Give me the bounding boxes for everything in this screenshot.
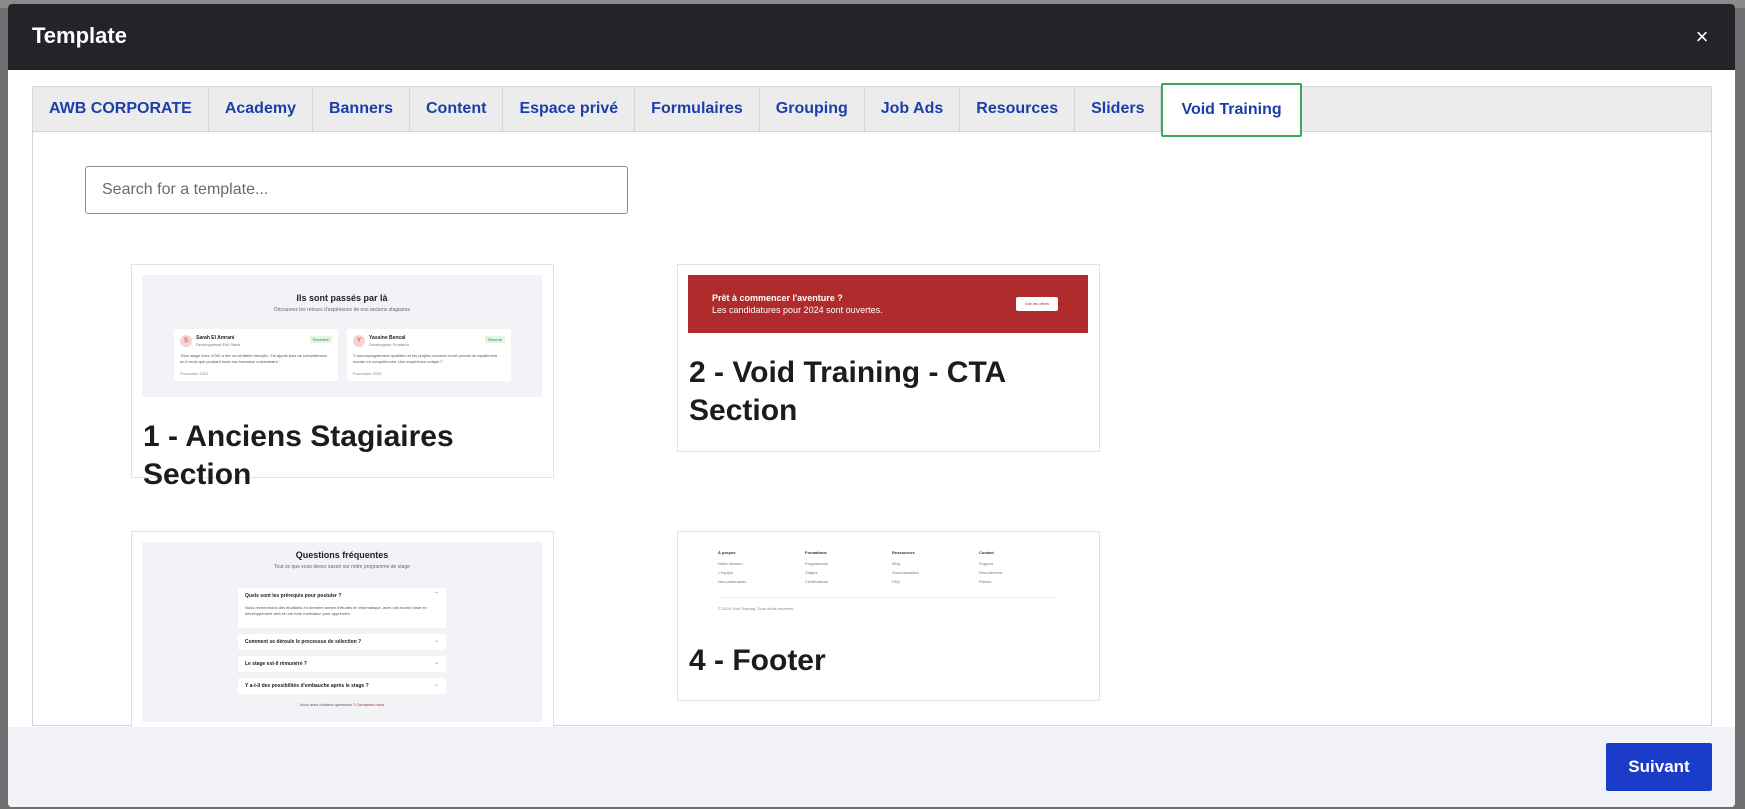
footer-column-heading: Contact: [979, 550, 994, 555]
testimonial-promo: Promotion 2023: [180, 371, 209, 376]
close-icon[interactable]: ×: [1689, 24, 1715, 50]
testimonial-name: Yassine Bencal: [369, 335, 406, 341]
template-card-cta-section[interactable]: Prêt à commencer l'aventure ? Les candid…: [677, 264, 1100, 452]
chevron-down-icon: ⌄: [433, 682, 439, 688]
preview-heading: Ils sont passés par là: [296, 293, 388, 303]
tab-content[interactable]: Content: [410, 87, 504, 131]
modal-footer: Suivant: [8, 727, 1735, 807]
footer-link: Support: [979, 561, 994, 566]
faq-question: Comment se déroule le processus de sélec…: [245, 639, 362, 645]
footer-link: Documentation: [892, 570, 919, 575]
footer-column: Contact Support Recrutement Presse: [979, 550, 1059, 588]
footer-column-heading: À propos: [718, 550, 736, 555]
tab-formulaires[interactable]: Formulaires: [635, 87, 760, 131]
template-search-input[interactable]: [85, 166, 628, 214]
tab-void-training[interactable]: Void Training: [1161, 83, 1302, 137]
footer-link: Recrutement: [979, 570, 1002, 575]
faq-question: Y a-t-il des possibilités d'embauche apr…: [245, 683, 369, 689]
footer-link: L'équipe: [718, 570, 733, 575]
testimonial-role: Développeur Frontend: [369, 342, 409, 347]
footer-divider: [718, 597, 1058, 598]
footer-link: Nos partenaires: [718, 579, 747, 584]
faq-question: Quels sont les prérequis pour postuler ?: [245, 593, 342, 599]
chevron-down-icon: ⌄: [433, 638, 439, 644]
tab-grouping[interactable]: Grouping: [760, 87, 865, 131]
footer-column: Formations Programmes Stages Certificati…: [805, 550, 885, 588]
template-card-anciens-stagiaires[interactable]: Ils sont passés par là Découvrez les ret…: [131, 264, 554, 491]
testimonial-role: Développeuse Full Stack: [196, 342, 241, 347]
faq-item: Y a-t-il des possibilités d'embauche apr…: [238, 678, 446, 694]
faq-answer: Nous recherchons des étudiants en derniè…: [245, 605, 427, 616]
template-modal: Template × AWB CORPORATE Academy Banners…: [8, 4, 1735, 807]
modal-header: Template ×: [8, 4, 1735, 70]
faq-footer: Vous avez d'autres questions ? Contactez…: [142, 702, 542, 707]
template-preview: À propos Notre mission L'équipe Nos part…: [688, 542, 1088, 622]
status-badge: Recrutée: [309, 336, 332, 343]
tab-bar: AWB CORPORATE Academy Banners Content Es…: [33, 83, 1711, 137]
faq-footer-text: Vous avez d'autres questions ?: [299, 702, 356, 707]
tab-awb-corporate[interactable]: AWB CORPORATE: [33, 87, 209, 131]
avatar: Y: [353, 335, 365, 347]
preview-heading: Questions fréquentes: [295, 550, 389, 560]
footer-link: Presse: [979, 579, 992, 584]
template-card-faq[interactable]: Questions fréquentes Tout ce que vous de…: [131, 531, 554, 731]
testimonial-text: "L'accompagnement quotidien et les proje…: [353, 353, 498, 364]
faq-item: Le stage est-il rémunéré ? ⌄: [238, 656, 446, 672]
footer-link: Programmes: [805, 561, 828, 566]
template-preview: Prêt à commencer l'aventure ? Les candid…: [688, 275, 1088, 333]
footer-link: Blog: [892, 561, 901, 566]
faq-question: Le stage est-il rémunéré ?: [245, 661, 307, 667]
template-preview: Questions fréquentes Tout ce que vous de…: [142, 542, 542, 722]
footer-link: Notre mission: [718, 561, 743, 566]
footer-link: Certifications: [805, 579, 829, 584]
tab-resources[interactable]: Resources: [960, 87, 1076, 131]
footer-column-heading: Formations: [805, 550, 827, 555]
status-badge: Recruté: [484, 336, 505, 343]
template-preview: Ils sont passés par là Découvrez les ret…: [142, 275, 542, 397]
tab-sliders[interactable]: Sliders: [1075, 87, 1162, 131]
tab-job-ads[interactable]: Job Ads: [865, 87, 961, 131]
footer-column: Ressources Blog Documentation FAQ: [892, 550, 972, 588]
template-card-footer[interactable]: À propos Notre mission L'équipe Nos part…: [677, 531, 1100, 701]
faq-item: Quels sont les prérequis pour postuler ?…: [238, 588, 446, 628]
chevron-up-icon: ⌃: [433, 592, 439, 598]
cta-line-1: Prêt à commencer l'aventure ?: [712, 293, 843, 303]
faq-item: Comment se déroule le processus de sélec…: [238, 634, 446, 650]
testimonial-card: Y Yassine Bencal Développeur Frontend Re…: [347, 329, 511, 381]
faq-footer-link: Contactez-nous: [356, 702, 385, 707]
cta-preview-button: Voir les offres: [1016, 297, 1058, 311]
modal-title: Template: [32, 23, 127, 48]
footer-link: FAQ: [892, 579, 901, 584]
tab-espace-prive[interactable]: Espace privé: [503, 87, 636, 131]
next-button[interactable]: Suivant: [1606, 743, 1712, 791]
tabs-panel: AWB CORPORATE Academy Banners Content Es…: [32, 83, 1712, 731]
chevron-down-icon: ⌄: [433, 660, 439, 666]
cta-line-2: Les candidatures pour 2024 sont ouvertes…: [712, 305, 883, 315]
preview-subheading: Tout ce que vous devez savoir sur notre …: [274, 564, 410, 570]
template-title: 2 - Void Training - CTA Section: [689, 356, 1006, 427]
tab-banners[interactable]: Banners: [313, 87, 410, 131]
tab-academy[interactable]: Academy: [209, 87, 313, 131]
avatar: S: [180, 335, 192, 347]
template-title: 1 - Anciens Stagiaires Section: [143, 420, 454, 491]
testimonial-promo: Promotion 2023: [353, 371, 382, 376]
footer-link: Stages: [805, 570, 818, 575]
testimonial-card: S Sarah El Amrani Développeuse Full Stac…: [174, 329, 338, 381]
testimonial-name: Sarah El Amrani: [196, 335, 235, 341]
footer-copyright: © 2024 Void Training. Tous droits réserv…: [718, 606, 795, 611]
preview-subheading: Découvrez les retours d'expérience de no…: [273, 307, 411, 313]
footer-column-heading: Ressources: [892, 550, 915, 555]
testimonial-text: "Mon stage chez VOID a été un véritable …: [180, 353, 327, 364]
template-title: 4 - Footer: [689, 644, 826, 677]
footer-column: À propos Notre mission L'équipe Nos part…: [718, 550, 798, 588]
